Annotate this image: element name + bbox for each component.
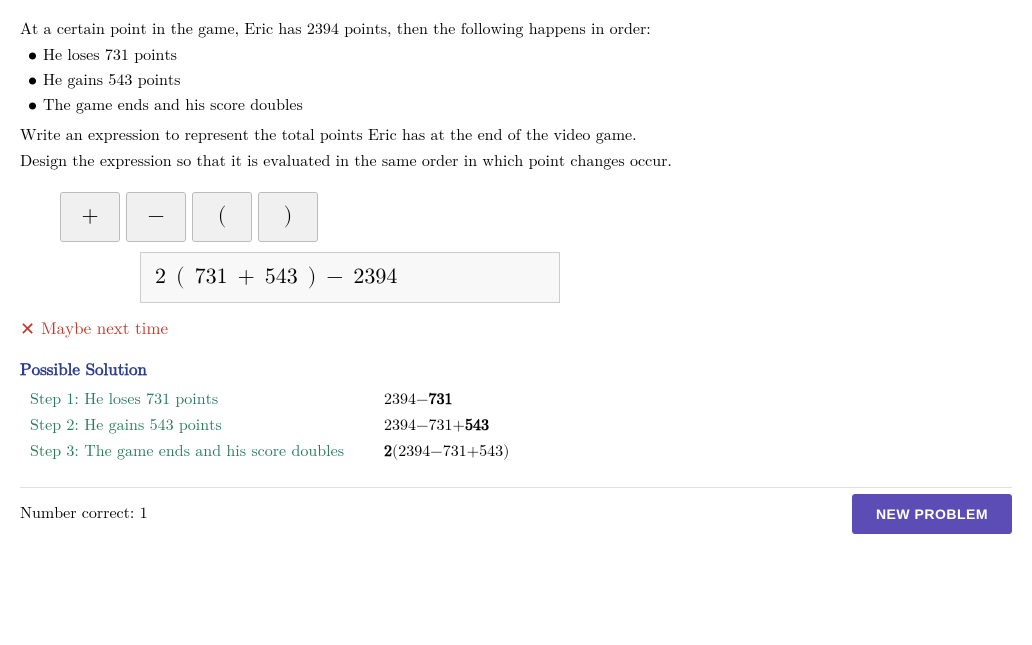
expr-token-731: 731 (195, 261, 228, 294)
bullet-text-1: He loses 731 points (43, 44, 177, 69)
step-row-2: Step 2: He gains 543 points 2394−731+543 (30, 413, 517, 439)
problem-intro: At a certain point in the game, Eric has… (20, 18, 1012, 42)
bullet-text-2: He gains 543 points (43, 69, 180, 94)
number-correct: Number correct: 1 (20, 502, 148, 526)
bullet-list: • He loses 731 points • He gains 543 poi… (28, 44, 1012, 120)
step-row-1: Step 1: He loses 731 points 2394−731 (30, 387, 517, 413)
step-2-desc: Step 2: He gains 543 points (30, 413, 384, 439)
expr-token-543: 543 (265, 261, 298, 294)
bullet-text-3: The game ends and his score doubles (43, 94, 303, 119)
expr-token-2: 2 (155, 261, 166, 294)
tile-plus[interactable]: + (60, 192, 120, 242)
expr-token-2394: 2394 (353, 261, 397, 294)
tile-minus[interactable]: − (126, 192, 186, 242)
expr-token-close: ) (308, 261, 317, 294)
step-3-expr: 2(2394−731+543) (384, 439, 517, 465)
tile-open-paren[interactable]: ( (192, 192, 252, 242)
step-1-expr: 2394−731 (384, 387, 517, 413)
step-row-3: Step 3: The game ends and his score doub… (30, 439, 517, 465)
step-1-desc: Step 1: He loses 731 points (30, 387, 384, 413)
possible-solution: Possible Solution Step 1: He loses 731 p… (20, 358, 1012, 466)
wrong-label: Maybe next time (41, 317, 168, 343)
x-icon: ✕ (20, 317, 35, 344)
bullet-symbol-1: • (28, 44, 37, 69)
expr-token-plus: + (238, 261, 255, 294)
feedback-wrong: ✕ Maybe next time (20, 317, 1012, 344)
bullet-item-2: • He gains 543 points (28, 69, 1012, 94)
expr-token-open: ( (176, 261, 185, 294)
bullet-symbol-3: • (28, 94, 37, 119)
problem-instructions-2: Design the expression so that it is eval… (20, 150, 1012, 174)
footer: Number correct: 1 NEW PROBLEM (20, 487, 1012, 534)
step-2-expr: 2394−731+543 (384, 413, 517, 439)
step-3-desc: Step 3: The game ends and his score doub… (30, 439, 384, 465)
tile-close-paren[interactable]: ) (258, 192, 318, 242)
possible-solution-title: Possible Solution (20, 358, 1012, 384)
steps-table: Step 1: He loses 731 points 2394−731 Ste… (30, 387, 517, 465)
problem-text: At a certain point in the game, Eric has… (20, 18, 1012, 174)
new-problem-button[interactable]: NEW PROBLEM (852, 494, 1012, 534)
tiles-row: + − ( ) (60, 192, 1012, 242)
bullet-item-1: • He loses 731 points (28, 44, 1012, 69)
expression-area: 2 ( 731 + 543 ) − 2394 (140, 252, 560, 303)
expr-token-minus: − (326, 261, 343, 294)
problem-instructions-1: Write an expression to represent the tot… (20, 124, 1012, 148)
bullet-symbol-2: • (28, 69, 37, 94)
bullet-item-3: • The game ends and his score doubles (28, 94, 1012, 119)
